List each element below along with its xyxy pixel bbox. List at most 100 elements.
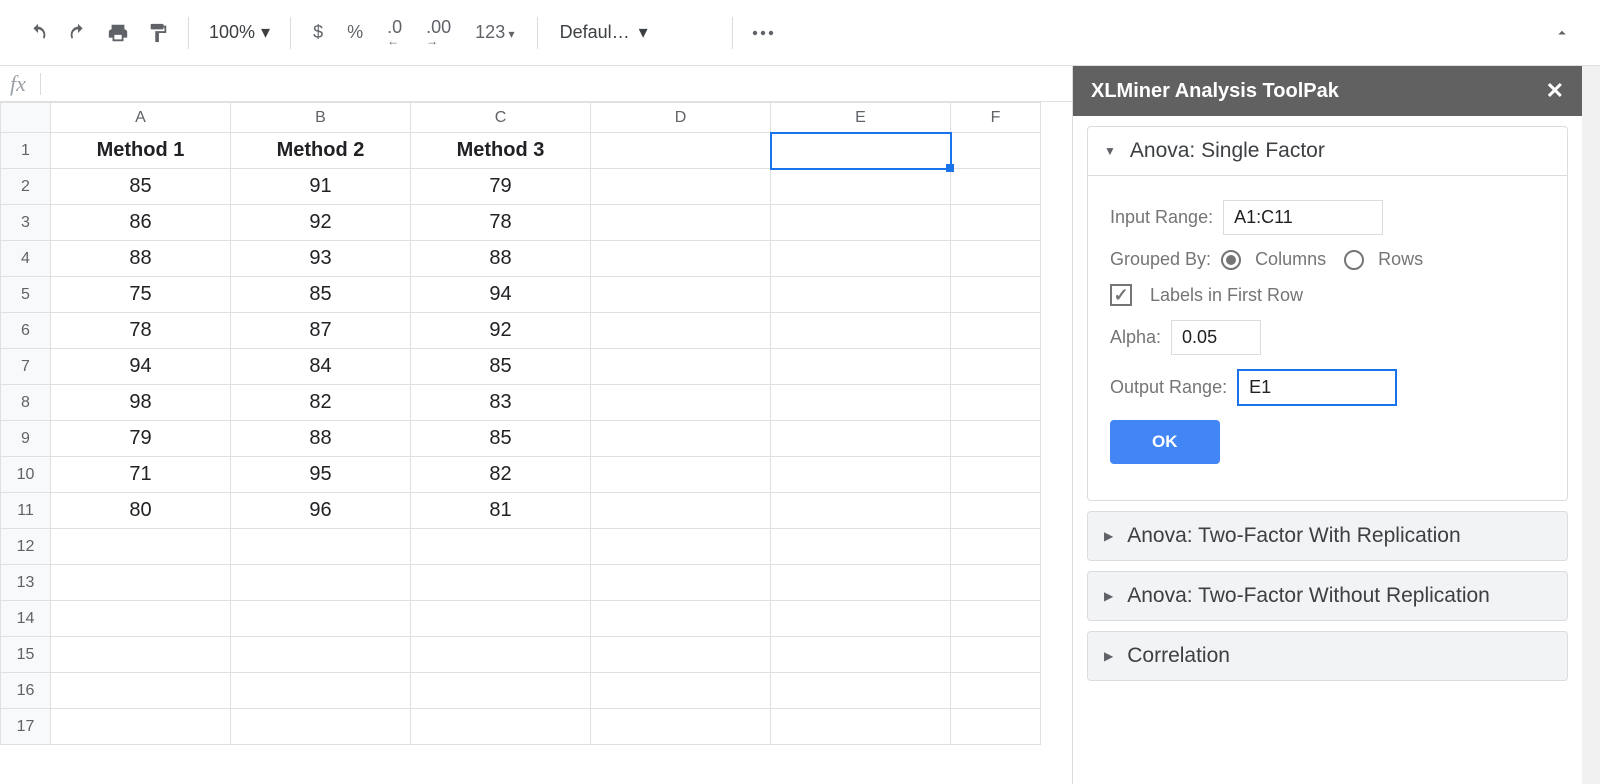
row-header-13[interactable]: 13	[1, 565, 51, 601]
ok-button[interactable]: OK	[1110, 420, 1220, 464]
cell-C11[interactable]: 81	[411, 493, 591, 529]
cell-A13[interactable]	[51, 565, 231, 601]
cell-F15[interactable]	[951, 637, 1041, 673]
cell-E16[interactable]	[771, 673, 951, 709]
cell-F17[interactable]	[951, 709, 1041, 745]
cell-A14[interactable]	[51, 601, 231, 637]
input-range-field[interactable]	[1223, 200, 1383, 235]
row-header-11[interactable]: 11	[1, 493, 51, 529]
cell-D13[interactable]	[591, 565, 771, 601]
cell-B8[interactable]: 82	[231, 385, 411, 421]
cell-B3[interactable]: 92	[231, 205, 411, 241]
row-header-7[interactable]: 7	[1, 349, 51, 385]
cell-A8[interactable]: 98	[51, 385, 231, 421]
cell-E2[interactable]	[771, 169, 951, 205]
cell-D10[interactable]	[591, 457, 771, 493]
cell-D11[interactable]	[591, 493, 771, 529]
cell-E12[interactable]	[771, 529, 951, 565]
cell-E5[interactable]	[771, 277, 951, 313]
cell-C14[interactable]	[411, 601, 591, 637]
format-percent-button[interactable]: %	[337, 22, 373, 43]
row-header-17[interactable]: 17	[1, 709, 51, 745]
cell-B10[interactable]: 95	[231, 457, 411, 493]
col-header-E[interactable]: E	[771, 103, 951, 133]
cell-A6[interactable]: 78	[51, 313, 231, 349]
print-button[interactable]	[100, 15, 136, 51]
cell-E11[interactable]	[771, 493, 951, 529]
format-decrease-decimal-button[interactable]: .0 ←	[377, 17, 412, 48]
cell-D9[interactable]	[591, 421, 771, 457]
cell-F3[interactable]	[951, 205, 1041, 241]
cell-F12[interactable]	[951, 529, 1041, 565]
cell-A5[interactable]: 75	[51, 277, 231, 313]
cell-F9[interactable]	[951, 421, 1041, 457]
cell-C1[interactable]: Method 3	[411, 133, 591, 169]
format-increase-decimal-button[interactable]: .00 →	[416, 17, 461, 48]
cell-D2[interactable]	[591, 169, 771, 205]
cell-A11[interactable]: 80	[51, 493, 231, 529]
cell-F2[interactable]	[951, 169, 1041, 205]
cell-E7[interactable]	[771, 349, 951, 385]
cell-B15[interactable]	[231, 637, 411, 673]
cell-A7[interactable]: 94	[51, 349, 231, 385]
close-icon[interactable]: ✕	[1546, 78, 1564, 104]
format-currency-button[interactable]: $	[303, 22, 333, 43]
cell-F13[interactable]	[951, 565, 1041, 601]
row-header-12[interactable]: 12	[1, 529, 51, 565]
cell-E14[interactable]	[771, 601, 951, 637]
col-header-B[interactable]: B	[231, 103, 411, 133]
cell-D8[interactable]	[591, 385, 771, 421]
panel-header[interactable]: ▶Correlation	[1088, 632, 1567, 680]
more-button[interactable]	[745, 15, 781, 51]
row-header-6[interactable]: 6	[1, 313, 51, 349]
cell-A17[interactable]	[51, 709, 231, 745]
corner-cell[interactable]	[1, 103, 51, 133]
cell-A12[interactable]	[51, 529, 231, 565]
cell-C6[interactable]: 92	[411, 313, 591, 349]
cell-C5[interactable]: 94	[411, 277, 591, 313]
cell-B5[interactable]: 85	[231, 277, 411, 313]
row-header-1[interactable]: 1	[1, 133, 51, 169]
cell-D3[interactable]	[591, 205, 771, 241]
cell-C17[interactable]	[411, 709, 591, 745]
row-header-9[interactable]: 9	[1, 421, 51, 457]
alpha-field[interactable]	[1171, 320, 1261, 355]
cell-E17[interactable]	[771, 709, 951, 745]
cell-F7[interactable]	[951, 349, 1041, 385]
format-more-button[interactable]: 123 ▾	[465, 22, 524, 43]
cell-E13[interactable]	[771, 565, 951, 601]
cell-F16[interactable]	[951, 673, 1041, 709]
cell-C2[interactable]: 79	[411, 169, 591, 205]
cell-B4[interactable]: 93	[231, 241, 411, 277]
row-header-16[interactable]: 16	[1, 673, 51, 709]
cell-F11[interactable]	[951, 493, 1041, 529]
cell-C10[interactable]: 82	[411, 457, 591, 493]
cell-D4[interactable]	[591, 241, 771, 277]
output-range-field[interactable]	[1237, 369, 1397, 406]
cell-B16[interactable]	[231, 673, 411, 709]
row-header-4[interactable]: 4	[1, 241, 51, 277]
cell-D7[interactable]	[591, 349, 771, 385]
cell-A16[interactable]	[51, 673, 231, 709]
cell-D15[interactable]	[591, 637, 771, 673]
cell-C13[interactable]	[411, 565, 591, 601]
cell-B13[interactable]	[231, 565, 411, 601]
scrollbar[interactable]	[1582, 66, 1600, 784]
cell-E9[interactable]	[771, 421, 951, 457]
cell-D5[interactable]	[591, 277, 771, 313]
cell-B9[interactable]: 88	[231, 421, 411, 457]
cell-E1[interactable]	[771, 133, 951, 169]
cell-F6[interactable]	[951, 313, 1041, 349]
cell-D14[interactable]	[591, 601, 771, 637]
cell-B14[interactable]	[231, 601, 411, 637]
panel-header[interactable]: ▶Anova: Two-Factor Without Replication	[1088, 572, 1567, 620]
cell-D12[interactable]	[591, 529, 771, 565]
cell-A1[interactable]: Method 1	[51, 133, 231, 169]
row-header-2[interactable]: 2	[1, 169, 51, 205]
cell-E8[interactable]	[771, 385, 951, 421]
row-header-3[interactable]: 3	[1, 205, 51, 241]
row-header-8[interactable]: 8	[1, 385, 51, 421]
panel-header[interactable]: ▼ Anova: Single Factor	[1088, 127, 1567, 175]
panel-header[interactable]: ▶Anova: Two-Factor With Replication	[1088, 512, 1567, 560]
col-header-C[interactable]: C	[411, 103, 591, 133]
